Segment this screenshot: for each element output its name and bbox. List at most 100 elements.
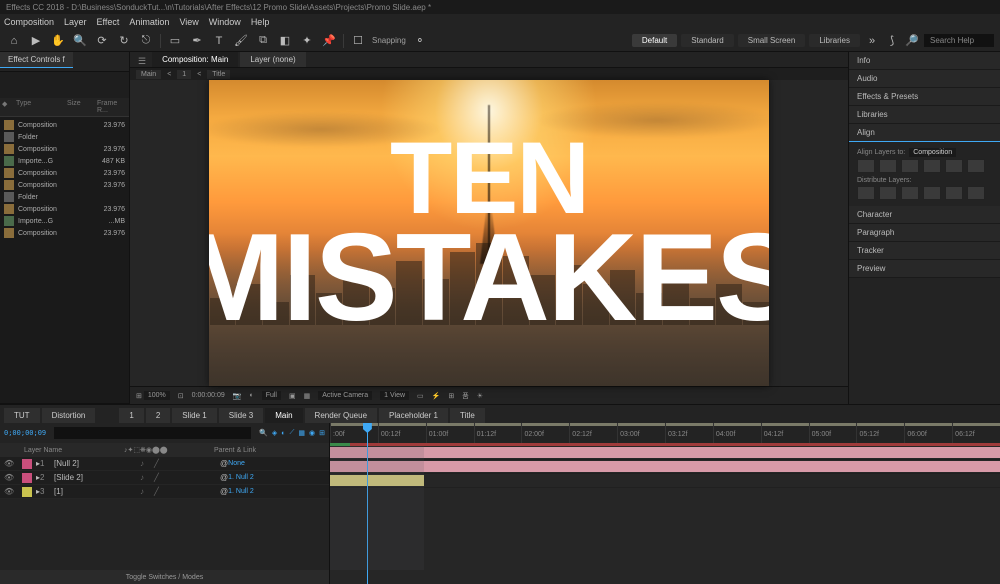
parent-dropdown[interactable]: 1. Null 2 [228, 488, 254, 495]
parent-pickwhip-icon[interactable]: @ [220, 473, 228, 482]
project-item[interactable]: Composition23.976 [2, 167, 127, 179]
composition-canvas[interactable]: TEN MISTAKES [209, 80, 769, 386]
composition-viewer[interactable]: TEN MISTAKES [130, 80, 848, 386]
resolution-dropdown[interactable]: Full [262, 391, 281, 400]
align-left-button[interactable] [857, 159, 875, 173]
project-item[interactable]: Composition23.976 [2, 179, 127, 191]
timecode-display[interactable]: 0:00:00:09 [192, 392, 225, 399]
layer-track[interactable] [330, 474, 1000, 488]
menu-layer[interactable]: Layer [64, 17, 87, 27]
time-ruler[interactable]: :00f 00:12f 01:00f 01:12f 02:00f 02:12f … [330, 423, 1000, 443]
workspace-overflow-icon[interactable]: » [864, 33, 880, 49]
layer-name-column-header[interactable]: Layer Name [24, 447, 124, 454]
effect-controls-tab[interactable]: Effect Controls f [0, 52, 73, 68]
timeline-tab-tut[interactable]: TUT [4, 408, 40, 423]
workspace-libraries[interactable]: Libraries [809, 34, 860, 47]
sync-icon[interactable]: ⟆ [884, 33, 900, 49]
timeline-empty-area[interactable] [0, 499, 329, 570]
workspace-small-screen[interactable]: Small Screen [738, 34, 806, 47]
menu-help[interactable]: Help [251, 17, 270, 27]
parent-pickwhip-icon[interactable]: @ [220, 487, 228, 496]
frame-blend-icon[interactable]: ▦ [298, 429, 305, 437]
transparency-grid-icon[interactable]: ▦ [304, 392, 311, 400]
character-panel-header[interactable]: Character [849, 206, 1000, 224]
parent-dropdown[interactable]: None [228, 460, 245, 467]
menu-window[interactable]: Window [209, 17, 241, 27]
views-dropdown[interactable]: 1 View [380, 391, 409, 400]
snapping-checkbox[interactable]: ☐ [350, 33, 366, 49]
rotate-tool-icon[interactable]: ↻ [116, 33, 132, 49]
align-to-dropdown[interactable]: Composition [909, 148, 956, 157]
distribute-right-button[interactable] [967, 186, 985, 200]
distribute-left-button[interactable] [923, 186, 941, 200]
layer-panel-tab[interactable]: Layer (none) [240, 52, 305, 67]
timeline-tab-renderqueue[interactable]: Render Queue [305, 408, 377, 423]
zoom-tool-icon[interactable]: 🔍 [72, 33, 88, 49]
eraser-tool-icon[interactable]: ◧ [277, 33, 293, 49]
composition-panel-tab[interactable]: Composition: Main [152, 52, 238, 67]
project-col-size[interactable]: Size [67, 100, 97, 114]
parent-pickwhip-icon[interactable]: @ [220, 459, 228, 468]
camera-tool-icon[interactable]: ⎋ [138, 33, 154, 49]
shy-icon[interactable]: ⟋ [289, 429, 294, 437]
draft3d-icon[interactable]: ◐ [281, 430, 285, 437]
timeline-layer-row[interactable]: 👁 ▸ 1 [Null 2] ♪╱ @ None [0, 457, 329, 471]
flowchart-button-icon[interactable]: 품 [462, 391, 468, 401]
timeline-search-input[interactable] [54, 427, 251, 439]
align-hcenter-button[interactable] [879, 159, 897, 173]
pixel-aspect-icon[interactable]: ▭ [417, 392, 424, 400]
exposure-icon[interactable]: ☀ [477, 392, 483, 400]
layer-track[interactable] [330, 460, 1000, 474]
roi-icon[interactable]: ▣ [289, 392, 296, 400]
project-panel[interactable]: Composition23.976 Folder Composition23.9… [0, 117, 129, 403]
menu-animation[interactable]: Animation [129, 17, 169, 27]
timeline-layer-row[interactable]: 👁 ▸ 2 [Slide 2] ♪╱ @ 1. Null 2 [0, 471, 329, 485]
layer-switches[interactable]: ♪╱ [140, 487, 220, 496]
timeline-layer-row[interactable]: 👁 ▸ 3 [1] ♪╱ @ 1. Null 2 [0, 485, 329, 499]
align-panel-header[interactable]: Align [849, 124, 1000, 142]
layer-color-chip[interactable] [22, 487, 32, 497]
hand-tool-icon[interactable]: ✋ [50, 33, 66, 49]
parent-dropdown[interactable]: 1. Null 2 [228, 474, 254, 481]
workspace-default[interactable]: Default [632, 34, 677, 47]
title-text-layer[interactable]: TEN MISTAKES [209, 80, 769, 386]
comp-subtab-title[interactable]: Title [207, 70, 230, 79]
audio-panel-header[interactable]: Audio [849, 70, 1000, 88]
layer-switches[interactable]: ♪╱ [140, 473, 220, 482]
layer-color-chip[interactable] [22, 473, 32, 483]
timeline-tab-placeholder1[interactable]: Placeholder 1 [379, 408, 448, 423]
orbit-tool-icon[interactable]: ⟳ [94, 33, 110, 49]
project-item[interactable]: Composition23.976 [2, 203, 127, 215]
puppet-tool-icon[interactable]: 📌 [321, 33, 337, 49]
toggle-switches-modes-button[interactable]: Toggle Switches / Modes [0, 570, 329, 584]
project-item[interactable]: Importe...G487 KB [2, 155, 127, 167]
search-help-input[interactable]: Search Help [924, 34, 994, 47]
layer-name[interactable]: [Null 2] [54, 459, 140, 468]
project-col-type[interactable]: Type [16, 100, 67, 114]
playhead[interactable] [367, 423, 368, 584]
align-bottom-button[interactable] [967, 159, 985, 173]
project-item[interactable]: Importe...G...MB [2, 215, 127, 227]
camera-dropdown[interactable]: Active Camera [318, 391, 372, 400]
project-item[interactable]: Composition23.976 [2, 143, 127, 155]
menu-composition[interactable]: Composition [4, 17, 54, 27]
paragraph-panel-header[interactable]: Paragraph [849, 224, 1000, 242]
layer-bar[interactable] [330, 461, 1000, 472]
menu-effect[interactable]: Effect [97, 17, 120, 27]
timeline-tab-distortion[interactable]: Distortion [42, 408, 96, 423]
snapshot-icon[interactable]: 📷 [233, 392, 242, 400]
selection-tool-icon[interactable]: ▶ [28, 33, 44, 49]
distribute-bottom-button[interactable] [901, 186, 919, 200]
layer-name[interactable]: [1] [54, 487, 140, 496]
motion-blur-icon[interactable]: ◉ [309, 429, 315, 437]
channel-icon[interactable]: ◐ [249, 392, 253, 399]
timeline-tab-title[interactable]: Title [450, 408, 485, 423]
visibility-eye-icon[interactable]: 👁 [4, 487, 16, 497]
fast-previews-icon[interactable]: ⚡ [432, 392, 441, 400]
align-top-button[interactable] [923, 159, 941, 173]
libraries-panel-header[interactable]: Libraries [849, 106, 1000, 124]
parent-column-header[interactable]: Parent & Link [214, 447, 329, 454]
align-right-button[interactable] [901, 159, 919, 173]
layer-bar[interactable] [330, 447, 1000, 458]
timeline-tracks[interactable] [330, 446, 1000, 488]
